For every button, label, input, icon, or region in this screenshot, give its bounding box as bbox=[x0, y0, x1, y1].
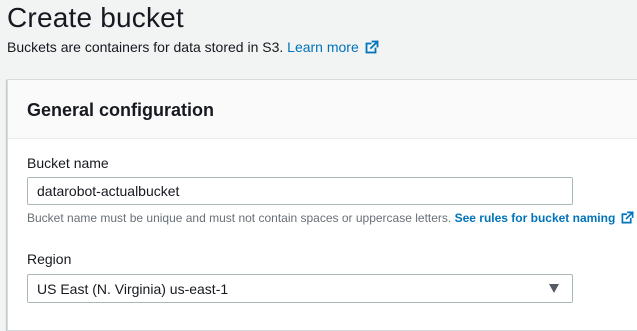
learn-more-link[interactable]: Learn more bbox=[287, 39, 379, 55]
chevron-down-icon bbox=[549, 284, 559, 293]
region-label: Region bbox=[27, 251, 72, 267]
external-link-icon bbox=[621, 211, 635, 228]
learn-more-link-label: Learn more bbox=[287, 39, 359, 55]
bucket-name-label: Bucket name bbox=[27, 155, 109, 171]
page-description-text: Buckets are containers for data stored i… bbox=[7, 39, 284, 55]
bucket-naming-rules-link[interactable]: See rules for bucket naming bbox=[455, 211, 635, 225]
panel-title: General configuration bbox=[27, 100, 215, 120]
bucket-name-hint: Bucket name must be unique and must not … bbox=[27, 210, 635, 228]
bucket-name-input[interactable] bbox=[27, 177, 573, 205]
bucket-naming-rules-label: See rules for bucket naming bbox=[454, 211, 616, 225]
region-select-value: US East (N. Virginia) us-east-1 bbox=[37, 281, 229, 297]
region-select[interactable]: US East (N. Virginia) us-east-1 bbox=[27, 274, 573, 303]
panel-header: General configuration bbox=[8, 80, 637, 139]
bucket-name-hint-text: Bucket name must be unique and must not … bbox=[27, 211, 452, 225]
page-description: Buckets are containers for data stored i… bbox=[7, 37, 379, 59]
general-configuration-panel: General configuration Bucket name Bucket… bbox=[7, 79, 637, 331]
page-title: Create bucket bbox=[7, 2, 184, 33]
external-link-icon bbox=[365, 39, 379, 59]
